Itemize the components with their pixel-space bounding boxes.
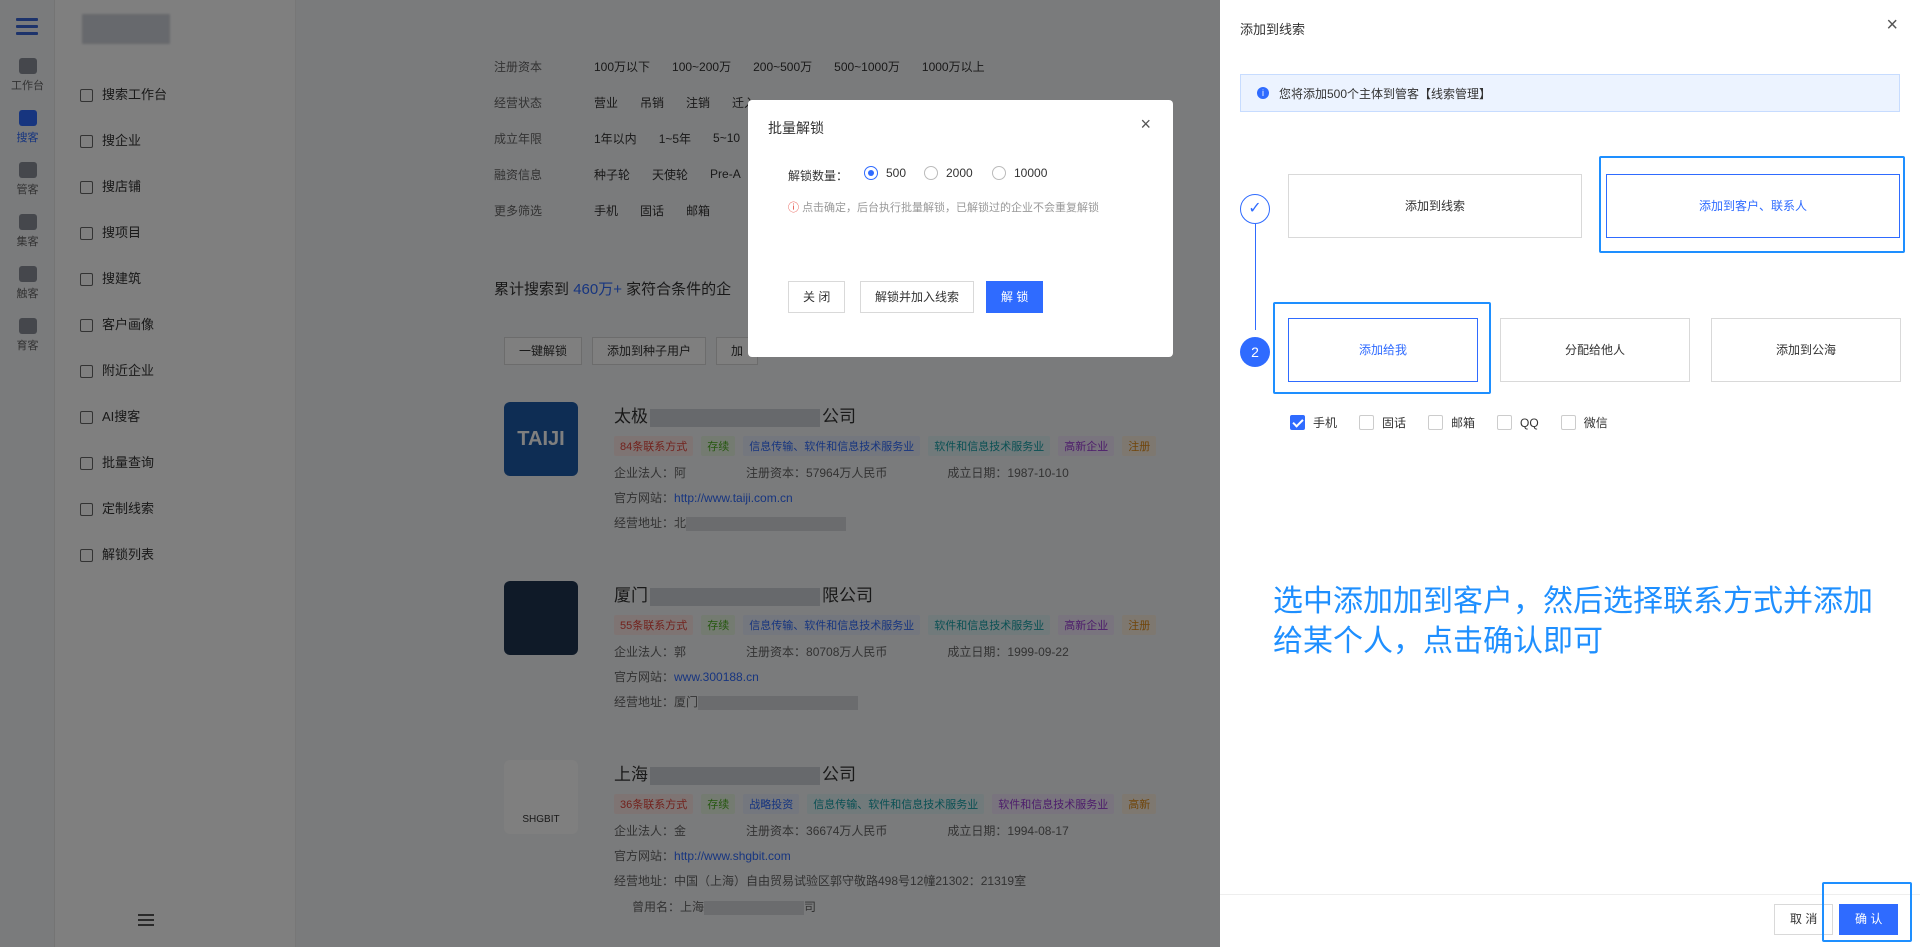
close-icon[interactable]: × — [1140, 114, 1151, 135]
checkbox-icon — [1428, 415, 1444, 430]
unlock-button[interactable]: 解 锁 — [986, 281, 1044, 313]
option-add-to-leads[interactable]: 添加到线索 — [1288, 174, 1582, 238]
qty-radio-500[interactable]: 500 — [864, 166, 906, 180]
step-2-badge: 2 — [1240, 337, 1270, 367]
checkbox-checked-icon — [1290, 415, 1305, 430]
add-to-leads-drawer: 添加到线索 × i 您将添加500个主体到管客【线索管理】 ✓ 添加到线索 添加到… — [1220, 0, 1920, 947]
checkbox-icon — [1359, 415, 1375, 430]
app: 工作台 搜客 管客 集客 触客 育客 搜索工作台 搜企业 搜店铺 搜项目 搜建筑… — [0, 0, 1920, 947]
checkbox-wechat[interactable]: 微信 — [1560, 414, 1608, 431]
option-add-to-me[interactable]: 添加给我 — [1288, 318, 1478, 382]
option-add-to-pool[interactable]: 添加到公海 — [1711, 318, 1901, 382]
radio-icon — [924, 166, 938, 180]
warning-icon: ⓘ — [788, 202, 799, 214]
contact-type-checkboxes: 手机 固话 邮箱 QQ 微信 — [1290, 414, 1630, 431]
instruction-annotation: 选中添加加到客户，然后选择联系方式并添加给某个人，点击确认即可 — [1273, 585, 1873, 658]
unlock-warning: ⓘ 点击确定，后台执行批量解锁，已解锁过的企业不会重复解锁 — [788, 202, 1100, 214]
info-banner: i 您将添加500个主体到管客【线索管理】 — [1240, 74, 1900, 112]
step-1-check-icon: ✓ — [1240, 194, 1270, 224]
qty-label: 解锁数量： — [788, 169, 849, 183]
qty-radio-2000[interactable]: 2000 — [924, 166, 973, 180]
confirm-button[interactable]: 确 认 — [1839, 904, 1899, 935]
modal-title: 批量解锁 — [768, 120, 824, 136]
option-add-to-customer[interactable]: 添加到客户、联系人 — [1606, 174, 1900, 238]
checkbox-email[interactable]: 邮箱 — [1428, 414, 1475, 431]
close-button[interactable]: 关 闭 — [788, 281, 846, 313]
step-connector — [1255, 224, 1256, 330]
radio-icon — [992, 166, 1006, 180]
info-icon: i — [1257, 87, 1269, 99]
unlock-add-button[interactable]: 解锁并加入线索 — [860, 281, 975, 313]
checkbox-mobile[interactable]: 手机 — [1290, 414, 1337, 431]
drawer-title: 添加到线索 — [1240, 22, 1306, 37]
checkbox-icon — [1497, 415, 1513, 430]
checkbox-qq[interactable]: QQ — [1497, 415, 1539, 430]
qty-radio-10000[interactable]: 10000 — [992, 166, 1047, 180]
radio-icon — [864, 166, 878, 180]
close-icon[interactable]: × — [1886, 14, 1898, 37]
checkbox-icon — [1560, 415, 1576, 430]
checkbox-landline[interactable]: 固话 — [1359, 414, 1406, 431]
batch-unlock-modal: 批量解锁 × 解锁数量： 500 2000 10000 ⓘ 点击确定，后台执行批… — [748, 100, 1173, 357]
option-assign-others[interactable]: 分配给他人 — [1500, 318, 1690, 382]
